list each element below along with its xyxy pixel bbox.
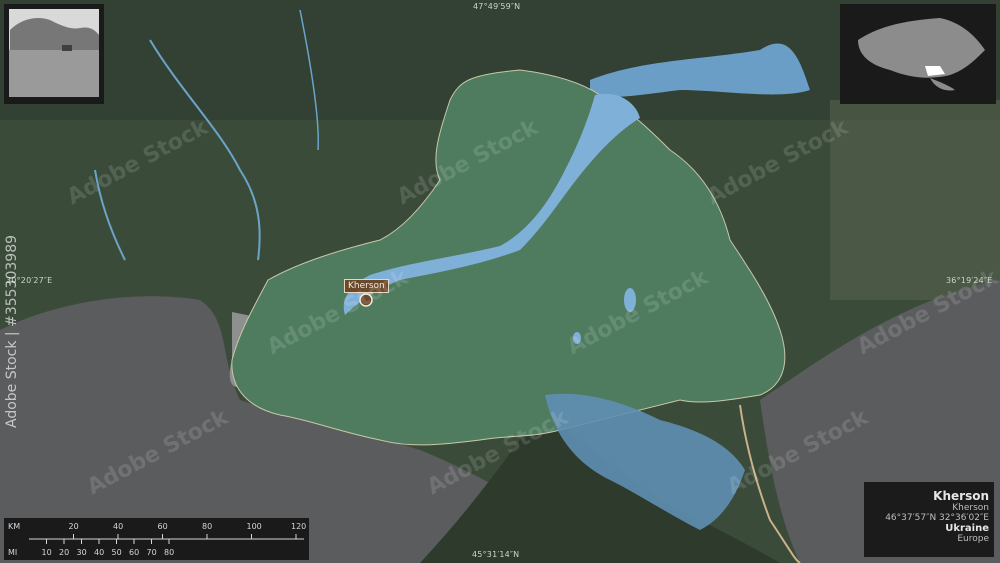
scale-mi-ticks: 10 20 30 40 50 60 70 80 [42, 539, 174, 557]
scale-mi-tick-label: 40 [94, 548, 104, 557]
region-name: Kherson [933, 489, 989, 503]
continent-name: Europe [957, 534, 989, 544]
terrain-east [830, 100, 1000, 300]
scale-km-label: KM [8, 522, 20, 531]
scale-km-tick-label: 100 [247, 522, 262, 531]
scale-bar: KM MI 20 40 60 80 100 120 10 20 30 40 50 60 70 80 [4, 518, 309, 560]
info-panel: Kherson Kherson 46°37′57″N 32°36′02″E Uk… [864, 482, 994, 557]
scale-mi-tick-label: 20 [59, 548, 69, 557]
scale-km-tick-label: 20 [69, 522, 79, 531]
scale-mi-tick-label: 30 [77, 548, 87, 557]
scale-km-tick-label: 80 [202, 522, 212, 531]
coord-top: 47°49′59″N [473, 2, 521, 11]
region-coordinates: 46°37′57″N 32°36′02″E [885, 513, 989, 523]
scale-mi-tick-label: 80 [164, 548, 174, 557]
country-name: Ukraine [945, 523, 989, 534]
europe-inset-land [9, 44, 99, 97]
watermark-side-id: Adobe Stock | #355303989 [4, 234, 20, 428]
coord-bottom: 45°31′14″N [472, 550, 520, 559]
scale-km-tick-label: 40 [113, 522, 123, 531]
scale-mi-tick-label: 60 [129, 548, 139, 557]
scale-km-tick-label: 60 [158, 522, 168, 531]
scale-km-ticks: 20 40 60 80 100 120 [69, 522, 306, 539]
region-local-name: Kherson [952, 503, 989, 513]
ukraine-highlight-europe [62, 45, 72, 51]
scale-mi-tick-label: 50 [112, 548, 122, 557]
scale-km-tick-label: 120 [291, 522, 306, 531]
scale-mi-label: MI [8, 548, 17, 557]
scale-mi-tick-label: 10 [42, 548, 52, 557]
scale-mi-tick-label: 70 [147, 548, 157, 557]
relief-map [0, 0, 1000, 563]
